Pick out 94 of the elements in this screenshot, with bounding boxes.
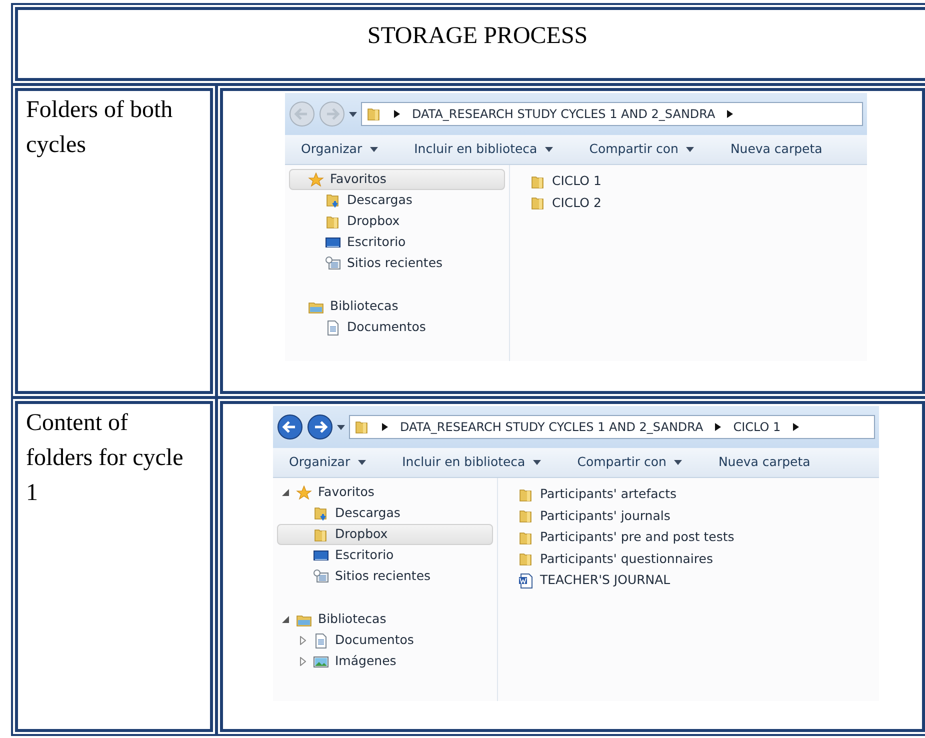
- collapsed-triangle-icon[interactable]: [300, 657, 306, 666]
- file-name[interactable]: Participants' pre and post tests: [540, 528, 734, 548]
- breadcrumb-item[interactable]: CICLO 1: [733, 418, 781, 436]
- expanded-triangle-icon[interactable]: [282, 489, 289, 496]
- folder-icon: [530, 195, 546, 212]
- caret-icon: [370, 147, 378, 152]
- folder-icon: [325, 214, 341, 230]
- row-label: Content of folders for cycle 1: [26, 409, 184, 508]
- navigation-item[interactable]: Favoritos: [277, 482, 493, 503]
- caret-icon: [715, 423, 722, 431]
- breadcrumb-field[interactable]: DATA_RESEARCH STUDY CYCLES 1 AND 2_SANDRA: [361, 102, 863, 126]
- navigation-label: Dropbox: [335, 525, 388, 544]
- navigation-label: Escritorio: [335, 546, 394, 564]
- recent-places-icon: [313, 568, 329, 584]
- breadcrumb-item[interactable]: DATA_RESEARCH STUDY CYCLES 1 AND 2_SANDRA: [400, 418, 704, 436]
- file-name[interactable]: CICLO 2: [552, 194, 602, 213]
- toolbar-button[interactable]: Nueva carpeta: [730, 140, 822, 159]
- caret-icon: [727, 110, 734, 118]
- document-icon: [325, 320, 341, 336]
- navigation-label: Bibliotecas: [330, 297, 398, 316]
- file-name[interactable]: Participants' artefacts: [540, 485, 677, 504]
- star-icon: [296, 484, 312, 500]
- toolbar-button[interactable]: Compartir con: [577, 453, 682, 472]
- toolbar-button[interactable]: Compartir con: [589, 140, 694, 159]
- expanded-triangle-icon[interactable]: [282, 616, 289, 623]
- navigation-item[interactable]: Escritorio: [289, 232, 505, 253]
- file-name[interactable]: TEACHER'S JOURNAL: [540, 571, 670, 590]
- caret-icon: [545, 147, 554, 152]
- navigation-label: Documentos: [347, 318, 426, 336]
- navigation-item[interactable]: Descargas: [277, 503, 493, 524]
- folder-arrow-icon: [325, 192, 341, 208]
- collapsed-triangle-icon[interactable]: [300, 636, 306, 645]
- caret-icon: [533, 460, 542, 465]
- navigation-label: Documentos: [335, 631, 414, 650]
- navigation-label: Imágenes: [335, 652, 396, 670]
- toolbar-button[interactable]: Organizar: [301, 140, 378, 159]
- navigation-label: Sitios recientes: [335, 567, 431, 586]
- file-name[interactable]: Participants' questionnaires: [540, 550, 713, 569]
- navigation-label: Favoritos: [330, 170, 386, 188]
- navigation-label: Escritorio: [347, 233, 406, 252]
- navigation-label: Favoritos: [318, 483, 374, 502]
- toolbar-button[interactable]: Incluir en biblioteca: [402, 453, 542, 472]
- navigation-item[interactable]: Escritorio: [277, 545, 493, 566]
- caret-icon: [792, 423, 799, 431]
- breadcrumb-item[interactable]: DATA_RESEARCH STUDY CYCLES 1 AND 2_SANDRA: [412, 105, 716, 123]
- navigation-item[interactable]: Sitios recientes: [289, 253, 505, 274]
- folder-icon: [518, 486, 534, 503]
- star-icon: [308, 172, 324, 188]
- folder-icon: [518, 508, 534, 524]
- table-title: STORAGE PROCESS: [367, 22, 588, 51]
- navigation-item[interactable]: Documentos: [277, 630, 493, 651]
- word-document-icon: [518, 572, 534, 589]
- caret-icon: [394, 110, 400, 118]
- navigation-label: Bibliotecas: [318, 610, 386, 628]
- navigation-label: Descargas: [347, 191, 412, 210]
- navigation-item[interactable]: Dropbox: [289, 211, 505, 232]
- folder-icon: [354, 419, 370, 435]
- recent-places-icon: [325, 256, 341, 272]
- navigation-label: Dropbox: [347, 212, 400, 230]
- navigation-item[interactable]: Bibliotecas: [277, 609, 493, 630]
- navigation-item[interactable]: Sitios recientes: [277, 566, 493, 587]
- navigation-label: Sitios recientes: [347, 254, 443, 272]
- picture-icon: [313, 654, 329, 670]
- navigation-item[interactable]: Descargas: [289, 190, 505, 211]
- navigation-label: Descargas: [335, 504, 400, 522]
- caret-icon: [674, 460, 682, 465]
- breadcrumb-field[interactable]: DATA_RESEARCH STUDY CYCLES 1 AND 2_SANDRA CICLO 1: [349, 415, 875, 439]
- folder-icon: [313, 526, 329, 542]
- caret-icon: [337, 424, 345, 430]
- navigation-item[interactable]: Favoritos: [289, 169, 505, 190]
- desktop-icon: [325, 234, 341, 250]
- forward-button[interactable]: [307, 414, 333, 440]
- folder-icon: [530, 174, 546, 190]
- navigation-item[interactable]: Documentos: [289, 317, 505, 338]
- row-label: Folders of both cycles: [26, 96, 174, 160]
- caret-icon: [686, 147, 694, 152]
- toolbar-button[interactable]: Organizar: [289, 453, 366, 472]
- file-name[interactable]: Participants' journals: [540, 506, 670, 526]
- toolbar-button[interactable]: Incluir en biblioteca: [414, 140, 554, 159]
- document-icon: [313, 632, 329, 648]
- toolbar-button[interactable]: Nueva carpeta: [718, 453, 810, 472]
- navigation-item[interactable]: Bibliotecas: [289, 296, 505, 317]
- caret-icon: [382, 423, 388, 431]
- folder-icon: [518, 551, 534, 568]
- folder-icon: [366, 106, 382, 122]
- caret-icon: [349, 112, 357, 116]
- back-button[interactable]: [277, 414, 303, 440]
- navigation-item[interactable]: Imágenes: [277, 651, 493, 672]
- caret-icon: [358, 460, 366, 465]
- desktop-icon: [313, 548, 329, 564]
- navigation-item[interactable]: Dropbox: [277, 524, 493, 545]
- file-name[interactable]: CICLO 1: [552, 172, 602, 192]
- folder-icon: [518, 530, 534, 546]
- folder-arrow-icon: [313, 506, 329, 522]
